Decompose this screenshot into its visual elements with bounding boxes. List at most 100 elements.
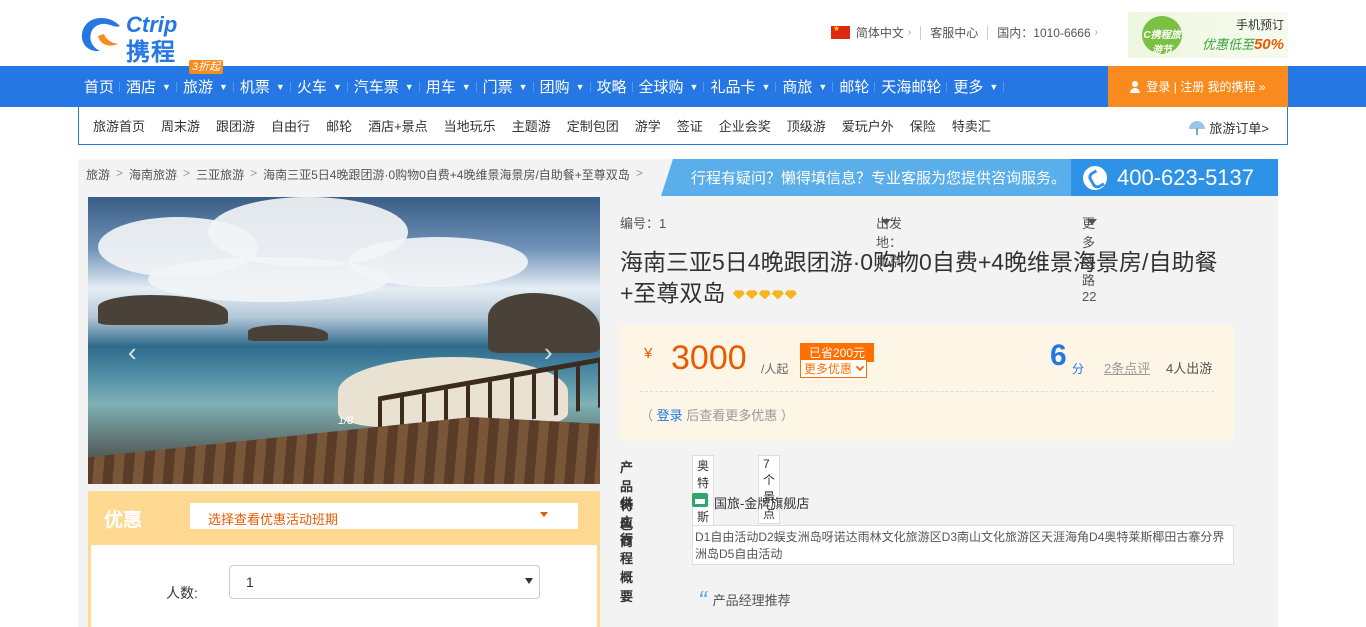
nav-item[interactable]: 团购 ▼ — [534, 66, 591, 107]
product-gallery[interactable]: ‹ › 1/8 — [88, 197, 600, 484]
login-link[interactable]: 登录 — [657, 408, 683, 423]
promo-discount: 优惠低至50% — [1201, 36, 1284, 53]
dropdown-arrow-icon: ▼ — [162, 81, 171, 92]
prev-arrow-icon[interactable]: ‹ — [128, 337, 137, 368]
product-title: 海南三亚5日4晚跟团游·0购物0自费+4晚维景海景房/自助餐+至尊双岛 — [620, 249, 1218, 306]
more-routes-selector[interactable]: 更多线路22 — [1082, 213, 1097, 304]
dropdown-arrow-icon: ▼ — [989, 81, 999, 92]
nav-item-label: 团购 — [539, 79, 570, 96]
divider — [640, 391, 1214, 392]
subnav-item[interactable]: 旅游首页 — [93, 116, 145, 135]
rating-unit: 分 — [1072, 362, 1085, 376]
nav-item-label: 礼品卡 — [710, 79, 756, 96]
subnav-item[interactable]: 签证 — [677, 116, 703, 135]
nav-item[interactable]: 全球购 ▼ — [633, 66, 705, 107]
feature-tag[interactable]: 奥特莱斯 — [692, 455, 715, 527]
next-arrow-icon[interactable]: › — [544, 337, 553, 368]
nav-item[interactable]: 门票 ▼ — [477, 66, 534, 107]
rating-score: 6 — [1050, 339, 1067, 372]
dropdown-arrow-icon: ▼ — [404, 81, 414, 92]
coupon-select[interactable]: 选择查看优惠活动班期 — [190, 503, 578, 529]
dropdown-arrow-icon — [525, 578, 533, 584]
feature-tag[interactable]: 7个景点 — [758, 455, 780, 524]
dropdown-arrow-icon: ▼ — [575, 81, 585, 92]
departure-selector[interactable]: 出发地：北京 — [876, 213, 902, 269]
consult-question: 行程有疑问？懒得填信息？专业客服为您提供咨询服务。 — [661, 159, 1071, 196]
nav-item[interactable]: 火车 ▼ — [291, 66, 348, 107]
language-selector[interactable]: 简体中文 — [856, 24, 904, 41]
nav-item-label: 商旅 — [782, 79, 813, 96]
nav-item[interactable]: 天海邮轮 — [875, 66, 948, 107]
subnav-item[interactable]: 定制包团 — [567, 116, 619, 135]
subnav-item[interactable]: 自由行 — [271, 116, 310, 135]
subnav-item[interactable]: 特卖汇 — [952, 116, 991, 135]
more-discount-button[interactable]: 更多优惠 — [800, 359, 868, 378]
nav-item[interactable]: 旅游 ▼ 3折起 — [177, 60, 234, 107]
nav-item[interactable]: 商旅 ▼ — [776, 66, 834, 107]
supplier-name[interactable]: 国旅-金牌旗舰店 — [714, 493, 809, 512]
nav-item[interactable]: 邮轮 — [833, 66, 876, 107]
consult-banner[interactable]: 行程有疑问？懒得填信息？专业客服为您提供咨询服务。 400-623-5137 — [661, 159, 1278, 196]
travel-orders-link[interactable]: 旅游订单> — [1189, 118, 1269, 137]
coupon-panel: 优惠 选择查看优惠活动班期 人数: 1 — [88, 491, 600, 627]
divider — [920, 25, 922, 40]
product-info: 编号：1 出发地：北京 更多线路22 海南三亚5日4晚跟团游·0购物0自费+4晚… — [608, 197, 1278, 627]
rock — [98, 295, 228, 325]
mobile-promo-banner[interactable]: C携程旅游节 手机预订 优惠低至50% — [1128, 12, 1288, 58]
nav-item-label: 机票 — [239, 79, 270, 96]
login-label: 登录 | 注册 我的携程 » — [1146, 80, 1266, 94]
hotline-label: 国内： — [997, 26, 1034, 40]
breadcrumb-separator-icon: > — [635, 166, 643, 180]
nav-item-label: 邮轮 — [839, 79, 870, 96]
chevron-right-icon: › — [907, 27, 912, 38]
service-center-link[interactable]: 客服中心 — [930, 24, 978, 41]
dolphin-logo-icon — [81, 18, 120, 52]
consult-phone: 400-623-5137 — [1071, 159, 1278, 196]
subnav-item[interactable]: 爱玩户外 — [842, 116, 894, 135]
top-links: 简体中文 › 客服中心 国内： 1010-6666 › — [830, 24, 1098, 41]
login-register-button[interactable]: 登录 | 注册 我的携程 » — [1108, 66, 1288, 107]
nav-item[interactable]: 汽车票 ▼ — [348, 66, 420, 107]
nav-item-label: 攻略 — [596, 79, 627, 96]
breadcrumb-item[interactable]: 旅游 — [86, 166, 110, 183]
divider — [987, 25, 989, 40]
subnav-item[interactable]: 酒店+景点 — [368, 116, 428, 135]
festival-badge: C携程旅游节 — [1142, 16, 1182, 56]
ctrip-logo[interactable]: Ctrip 携程 — [78, 12, 203, 66]
breadcrumb-item[interactable]: 海南三亚5日4晚跟团游·0购物0自费+4晚维景海景房/自助餐+至尊双岛 — [263, 166, 630, 183]
reviews-link[interactable]: 2条点评 — [1104, 358, 1150, 377]
subnav-item[interactable]: 保险 — [910, 116, 936, 135]
subnav-item[interactable]: 游学 — [635, 116, 661, 135]
store-icon — [692, 493, 708, 507]
product-content: 旅游 > 海南旅游 > 三亚旅游 > 海南三亚5日4晚跟团游·0购物0自费+4晚维景海景房/… — [78, 159, 1278, 627]
product-id: 编号：1 — [620, 216, 667, 231]
subnav-item[interactable]: 邮轮 — [326, 116, 352, 135]
nav-item-label: 火车 — [296, 79, 327, 96]
subnav-item[interactable]: 企业会奖 — [719, 116, 771, 135]
subnav-item[interactable]: 主题游 — [512, 116, 551, 135]
breadcrumb-item[interactable]: 海南旅游 — [129, 166, 177, 183]
subnav-item[interactable]: 周末游 — [161, 116, 200, 135]
nav-item-label: 汽车票 — [353, 79, 399, 96]
currency-symbol: ¥ — [644, 345, 653, 362]
nav-item[interactable]: 更多 ▼ — [947, 66, 1005, 107]
dropdown-arrow-icon: ▼ — [818, 81, 828, 92]
sub-nav: 旅游首页 周末游 跟团游 自由行 邮轮 酒店+景点 当地玩乐 主题游 定制包团 游学 签证 企业会奖顶… — [78, 107, 1288, 145]
subnav-item[interactable]: 顶级游 — [787, 116, 826, 135]
subnav-item[interactable]: 跟团游 — [216, 116, 255, 135]
nav-item[interactable]: 用车 ▼ — [420, 66, 477, 107]
people-select[interactable]: 1 — [229, 565, 540, 599]
nav-item[interactable]: 攻略 — [591, 66, 633, 107]
nav-item-label: 更多 — [953, 79, 984, 96]
user-icon — [1130, 80, 1141, 93]
rock — [248, 325, 328, 341]
nav-item[interactable]: 首页 — [78, 66, 121, 107]
breadcrumb-item[interactable]: 三亚旅游 — [196, 166, 244, 183]
nav-item[interactable]: 机票 ▼ — [234, 66, 291, 107]
nav-item[interactable]: 礼品卡 ▼ — [704, 66, 777, 107]
subnav-item[interactable]: 当地玩乐 — [444, 116, 496, 135]
cloud — [148, 257, 388, 302]
diamond-icon — [758, 290, 771, 300]
hotline-number: 1010-6666 — [1033, 25, 1091, 40]
nav-item[interactable]: 酒店 ▼ — [120, 66, 177, 107]
